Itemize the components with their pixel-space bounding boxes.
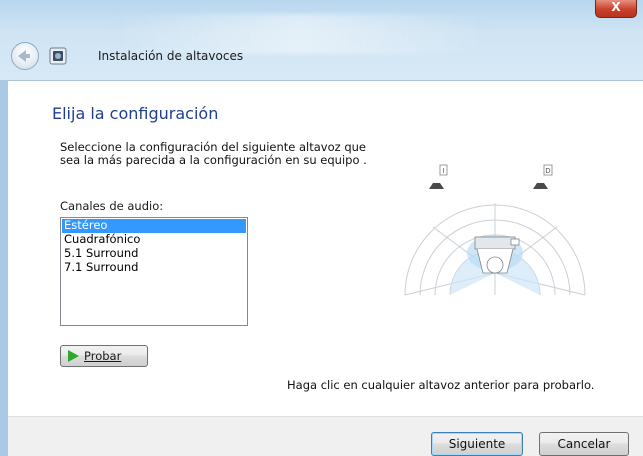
title-bar: X Instalación de altavoces	[0, 0, 643, 80]
left-speaker-icon[interactable]: I	[429, 164, 448, 189]
back-arrow-icon	[18, 50, 30, 62]
speaker-app-icon	[49, 47, 67, 65]
test-button-label: Probar	[84, 349, 122, 363]
play-icon	[68, 350, 79, 362]
list-item-7-1-surround[interactable]: 7.1 Surround	[62, 261, 246, 275]
back-button[interactable]	[11, 42, 39, 70]
page-description: Seleccione la configuración del siguient…	[60, 140, 367, 167]
list-item-estereo[interactable]: Estéreo	[62, 219, 246, 233]
page-title: Elija la configuración	[52, 104, 219, 123]
right-speaker-icon[interactable]: D	[533, 164, 553, 189]
test-button[interactable]: Probar	[60, 345, 148, 367]
list-item-5-1-surround[interactable]: 5.1 Surround	[62, 247, 246, 261]
cancel-button[interactable]: Cancelar	[539, 432, 629, 456]
window-frame-edge	[0, 80, 8, 456]
window-title: Instalación de altavoces	[98, 49, 244, 63]
channels-label: Canales de audio:	[60, 199, 164, 213]
close-button[interactable]: X	[595, 0, 637, 18]
right-speaker-label: D	[545, 167, 550, 175]
hint-text: Haga clic en cualquier altavoz anterior …	[287, 378, 595, 392]
left-speaker-label: I	[442, 167, 444, 175]
speaker-diagram: I D	[404, 164, 586, 296]
list-item-cuadrafonico[interactable]: Cuadrafónico	[62, 233, 246, 247]
background-blur	[110, 14, 490, 54]
next-button[interactable]: Siguiente	[431, 432, 523, 456]
channels-listbox[interactable]: Estéreo Cuadrafónico 5.1 Surround 7.1 Su…	[60, 217, 248, 326]
